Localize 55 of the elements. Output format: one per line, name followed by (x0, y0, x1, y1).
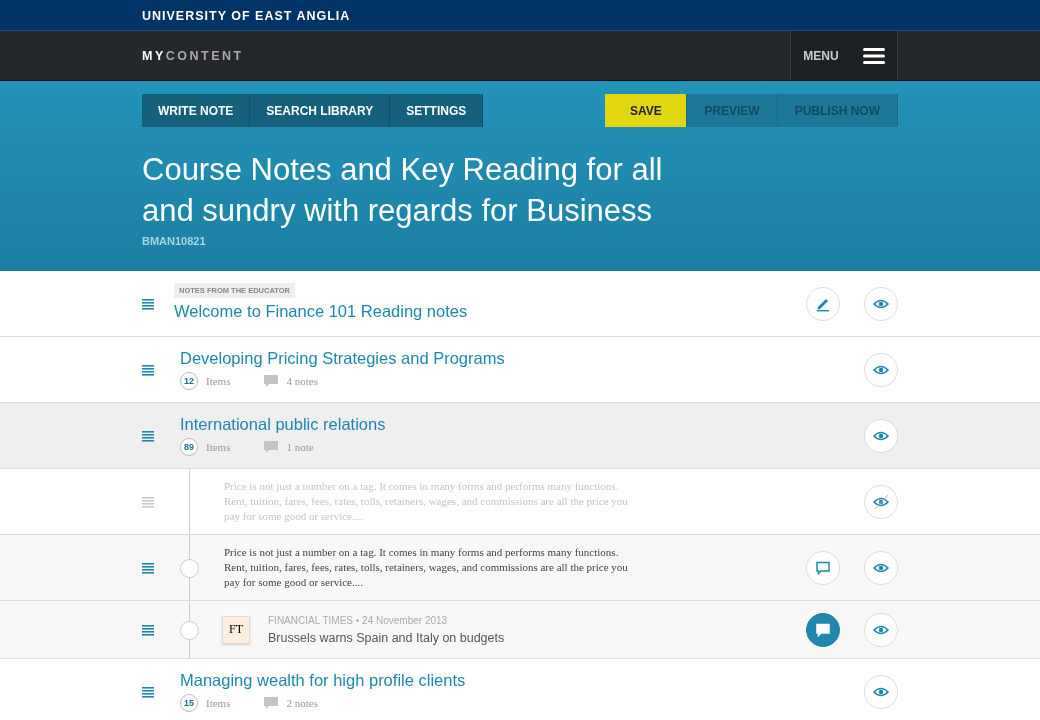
course-code: BMAN10821 (142, 235, 207, 247)
menu-icon (862, 46, 885, 65)
section-title[interactable]: Welcome to Finance 101 Reading notes (174, 301, 806, 321)
eye-button[interactable] (864, 550, 898, 585)
drag-handle-icon[interactable] (142, 561, 154, 574)
university-name: UNIVERSITY OF EAST ANGLIA (142, 9, 351, 23)
drag-handle-icon[interactable] (142, 429, 154, 442)
section-title[interactable]: International public relations (180, 415, 864, 434)
edit-button[interactable] (806, 286, 840, 321)
hidden-eye-button[interactable] (864, 484, 898, 519)
menu-button[interactable]: MENU (790, 31, 898, 80)
drag-handle-icon[interactable] (142, 623, 154, 636)
eye-button[interactable] (864, 352, 898, 387)
notes-count: 4 notes (286, 375, 318, 387)
comment-button[interactable] (806, 612, 840, 647)
mycontent-logo[interactable]: MY CONTENT (142, 48, 244, 63)
action-button[interactable]: SAVE (605, 94, 688, 127)
timeline-node (180, 558, 199, 578)
article-date: • 24 November 2013 (355, 614, 448, 626)
section-row[interactable]: International public relations 89 Items 1 note (0, 403, 1040, 469)
note-row[interactable] (0, 535, 1040, 601)
toolbar-tab[interactable]: SETTINGS (390, 94, 484, 127)
notes-count: 2 notes (286, 697, 318, 709)
drag-handle-icon[interactable] (142, 363, 154, 376)
article-source: FINANCIAL TIMES (268, 614, 353, 626)
speech-bubble-icon (264, 441, 279, 453)
speech-bubble-icon (264, 375, 279, 387)
article-headline[interactable]: Brussels warns Spain and Italy on budgets (268, 630, 505, 645)
eye-button[interactable] (864, 612, 898, 647)
drag-handle-icon[interactable] (142, 495, 154, 508)
speech-bubble-icon (264, 697, 279, 709)
notes-count: 1 note (286, 441, 314, 453)
item-count: 15 (180, 694, 198, 712)
items-label: Items (206, 441, 231, 453)
item-count: 12 (180, 372, 198, 390)
section-title[interactable]: Developing Pricing Strategies and Programs (180, 349, 864, 368)
toolbar-tab[interactable]: WRITE NOTE (142, 94, 251, 127)
items-label: Items (206, 375, 231, 387)
publisher-logo: FT (222, 615, 250, 644)
eye-button[interactable] (864, 286, 898, 321)
note-text: Price is not just a number on a tag. It comes in many forms and performs many functions. Rent, tuition, fares, fees, rates, tolls, retainers, wages, and commissions are all the price you pay for some good or service.... (224, 545, 629, 590)
timeline-node (180, 620, 199, 640)
drag-handle-icon[interactable] (142, 297, 154, 310)
items-label: Items (206, 697, 231, 709)
section-title[interactable]: Managing wealth for high profile clients (180, 671, 864, 690)
eye-button[interactable] (864, 674, 898, 709)
drag-handle-icon[interactable] (142, 685, 154, 698)
eye-button[interactable] (864, 418, 898, 453)
toolbar-tab[interactable]: SEARCH LIBRARY (250, 94, 391, 127)
speech-bubble-icon (816, 622, 830, 637)
item-count: 89 (180, 438, 198, 456)
article-row[interactable]: FT FINANCIAL TIMES • 24 November 2013 Brussels warns Spain and Italy on budgets (0, 601, 1040, 659)
page-title: Course Notes and Key Reading for all and sundry with regards for Business (142, 151, 664, 230)
speech-bubble-icon (816, 560, 830, 575)
crossed-eye-icon (873, 493, 889, 510)
